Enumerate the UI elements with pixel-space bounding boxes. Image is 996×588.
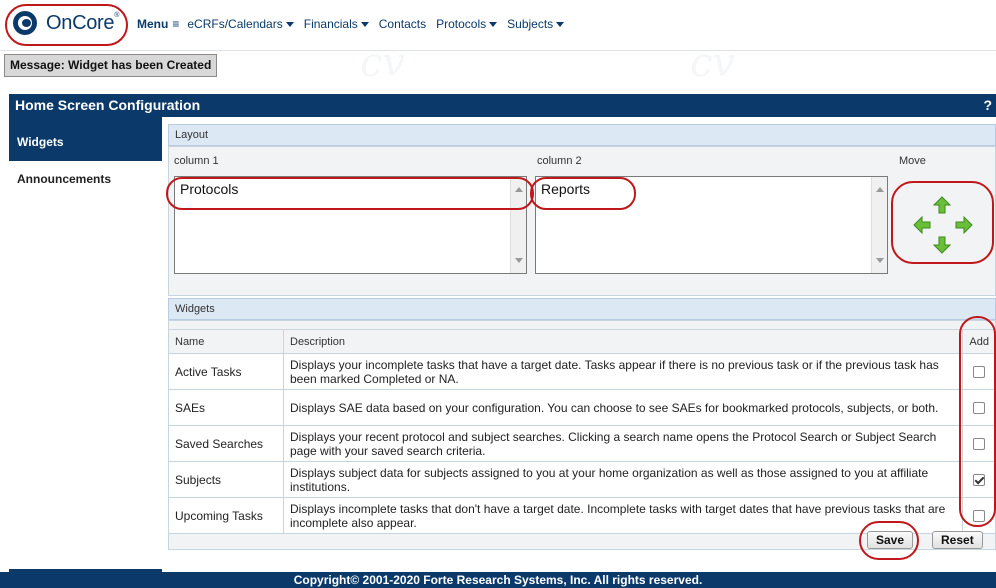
table-header-row: Name Description Add bbox=[168, 329, 996, 354]
table-row: Active Tasks Displays your incomplete ta… bbox=[168, 353, 996, 390]
widget-name: Active Tasks bbox=[168, 353, 284, 390]
sidebar-item-announcements[interactable]: Announcements bbox=[9, 161, 162, 197]
widget-name: Subjects bbox=[168, 461, 284, 498]
table-row: Subjects Displays subject data for subje… bbox=[168, 461, 996, 498]
widgets-table: Name Description Add Active Tasks Displa… bbox=[168, 329, 996, 534]
widget-name: Upcoming Tasks bbox=[168, 497, 284, 534]
column1-label: column 1 bbox=[174, 155, 219, 167]
scroll-down-icon[interactable] bbox=[515, 258, 523, 263]
nav-menu-button[interactable]: Menu ≡ bbox=[137, 17, 179, 31]
widget-name: Saved Searches bbox=[168, 425, 284, 462]
status-message: Message: Widget has been Created bbox=[4, 54, 218, 77]
widget-description: Displays incomplete tasks that don't hav… bbox=[282, 497, 964, 534]
annotation-circle-column1 bbox=[166, 177, 534, 210]
caret-down-icon bbox=[556, 22, 565, 28]
column-header-description: Description bbox=[282, 329, 964, 354]
reset-button[interactable]: Reset bbox=[932, 531, 983, 549]
annotation-circle-save bbox=[859, 521, 919, 560]
hamburger-icon: ≡ bbox=[172, 17, 180, 31]
widget-description: Displays your recent protocol and subjec… bbox=[282, 425, 964, 462]
top-navbar: OnCore® Menu ≡ eCRFs/Calendars Financials… bbox=[0, 0, 996, 50]
nav-divider bbox=[0, 50, 996, 51]
nav-item-protocols[interactable]: Protocols bbox=[436, 17, 498, 31]
caret-down-icon bbox=[360, 22, 369, 28]
widgets-section-header: Widgets bbox=[168, 298, 996, 320]
widget-description: Displays SAE data based on your configur… bbox=[282, 389, 964, 426]
column-header-name: Name bbox=[168, 329, 284, 354]
panel-title: Home Screen Configuration bbox=[15, 97, 201, 113]
panel-title-bar: Home Screen Configuration ? bbox=[9, 94, 996, 117]
widget-name: SAEs bbox=[168, 389, 284, 426]
layout-section-header: Layout bbox=[168, 124, 996, 146]
widget-description: Displays subject data for subjects assig… bbox=[282, 461, 964, 498]
column2-scrollbar[interactable] bbox=[871, 177, 887, 273]
annotation-circle-add-column bbox=[959, 316, 996, 527]
move-label: Move bbox=[899, 155, 926, 167]
widget-description: Displays your incomplete tasks that have… bbox=[282, 353, 964, 390]
annotation-circle-column2 bbox=[530, 177, 636, 210]
help-icon[interactable]: ? bbox=[983, 94, 992, 117]
table-row: Saved Searches Displays your recent prot… bbox=[168, 425, 996, 462]
scroll-up-icon[interactable] bbox=[876, 187, 884, 192]
nav-item-subjects[interactable]: Subjects bbox=[507, 17, 565, 31]
caret-down-icon bbox=[285, 22, 294, 28]
nav-item-financials[interactable]: Financials bbox=[304, 17, 369, 31]
nav-item-ecrfs-calendars[interactable]: eCRFs/Calendars bbox=[187, 17, 294, 31]
nav-menu: Menu ≡ eCRFs/Calendars Financials Contact… bbox=[137, 17, 574, 31]
sidebar-body bbox=[9, 161, 162, 569]
annotation-circle-logo bbox=[5, 4, 128, 46]
footer: Copyright© 2001-2020 Forte Research Syst… bbox=[0, 572, 996, 588]
scroll-down-icon[interactable] bbox=[876, 258, 884, 263]
column2-label: column 2 bbox=[537, 155, 582, 167]
sidebar-item-widgets[interactable]: Widgets bbox=[9, 127, 162, 157]
table-row: SAEs Displays SAE data based on your con… bbox=[168, 389, 996, 426]
nav-item-contacts[interactable]: Contacts bbox=[379, 17, 426, 31]
annotation-circle-move bbox=[891, 181, 994, 264]
caret-down-icon bbox=[489, 22, 498, 28]
